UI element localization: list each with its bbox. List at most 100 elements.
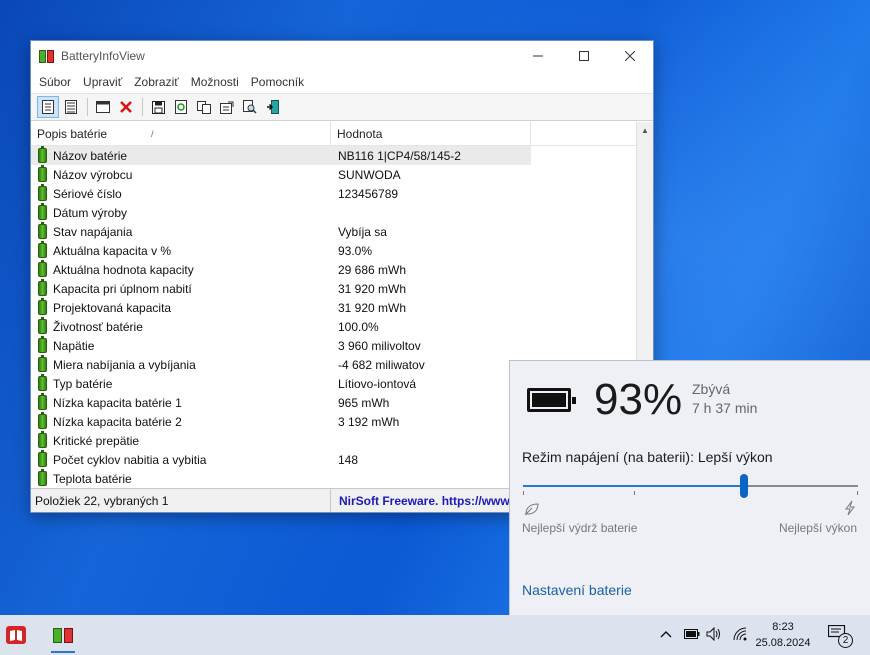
book-app-icon[interactable] [2,621,30,649]
row-description: Počet cyklov nabitia a vybitia [31,450,331,469]
minimize-button[interactable] [515,41,561,71]
save-icon[interactable] [147,96,169,118]
slider-tick [523,491,524,495]
row-description: Kritické prepätie [31,431,331,450]
row-description: Životnosť batérie [31,317,331,336]
clock-date: 25.08.2024 [755,637,811,649]
menu-options[interactable]: Možnosti [187,75,243,89]
row-description: Kapacita pri úplnom nabití [31,279,331,298]
battery-row-icon [38,298,47,315]
row-description: Miera nabíjania a vybíjania [31,355,331,374]
row-description: Projektovaná kapacita [31,298,331,317]
table-row[interactable]: Napätie 3 960 milivoltov [31,336,638,355]
power-mode-slider[interactable] [523,474,858,498]
clock[interactable]: 8:23 25.08.2024 [748,619,818,651]
row-description-text: Aktuálna hodnota kapacity [53,262,194,277]
network-icon[interactable] [733,627,747,644]
table-row[interactable]: Sériové číslo 123456789 [31,184,638,203]
row-description: Teplota batérie [31,469,331,488]
row-value: 123456789 [338,186,399,201]
status-count: Položiek 22, vybraných 1 [31,489,331,512]
window-title: BatteryInfoView [61,49,145,63]
toolbar-separator [87,98,88,116]
battery-info-view-icon[interactable] [37,96,59,118]
table-row[interactable]: Kapacita pri úplnom nabití 31 920 mWh [31,279,638,298]
menu-help[interactable]: Pomocník [247,75,308,89]
row-description-text: Kapacita pri úplnom nabití [53,281,192,296]
copy-icon[interactable] [193,96,215,118]
slider-thumb[interactable] [740,474,749,498]
row-value: SUNWODA [338,167,401,182]
battery-row-icon [38,279,47,296]
row-description-text: Napätie [53,338,95,353]
battery-log-view-icon[interactable] [60,96,82,118]
maximize-button[interactable] [561,41,607,71]
menu-edit[interactable]: Upraviť [79,75,126,89]
row-value: 93.0% [338,243,373,258]
batteryinfoview-taskbar-icon[interactable] [49,621,77,653]
title-bar[interactable]: BatteryInfoView [31,41,653,71]
close-button[interactable] [607,41,653,71]
table-row[interactable]: Projektovaná kapacita 31 920 mWh [31,298,638,317]
row-description: Aktuálna hodnota kapacity [31,260,331,279]
column-header-label: Popis batérie [37,126,108,141]
notification-center-button[interactable]: 2 [827,624,853,648]
row-description-text: Dátum výroby [53,205,128,220]
find-icon[interactable] [239,96,261,118]
notification-badge: 2 [838,633,853,648]
table-row[interactable]: Aktuálna kapacita v % 93.0% [31,241,638,260]
slider-tick [634,491,635,495]
menu-file[interactable]: Súbor [35,75,75,89]
battery-row-icon [38,241,47,258]
battery-settings-link[interactable]: Nastavení baterie [522,582,632,598]
table-row[interactable]: Aktuálna hodnota kapacity 29 686 mWh [31,260,638,279]
table-row[interactable]: Životnosť batérie 100.0% [31,317,638,336]
exit-icon[interactable] [262,96,284,118]
volume-icon[interactable] [706,626,722,644]
row-description-text: Nízka kapacita batérie 2 [53,414,182,429]
battery-tray-icon[interactable] [684,627,700,642]
row-value: NB116 1|CP4/58/145-2 [331,146,531,165]
menu-bar: Súbor Upraviť Zobraziť Možnosti Pomocník [31,71,653,93]
column-header-label: Hodnota [337,126,383,141]
lightning-icon [844,500,856,519]
taskbar: 8:23 25.08.2024 2 [0,615,870,655]
row-description: Stav napájania [31,222,331,241]
table-row[interactable]: Názov výrobcu SUNWODA [31,165,638,184]
remaining-label: Zbývá [692,381,731,397]
battery-tip [572,397,576,404]
row-value: Vybíja sa [338,224,387,239]
table-row[interactable]: Dátum výroby [31,203,638,222]
row-description-text: Typ batérie [53,376,113,391]
scroll-up-arrow-icon[interactable]: ▲ [637,122,653,139]
toolbar-separator [142,98,143,116]
battery-fill [532,393,566,407]
table-row[interactable]: Stav napájania Vybíja sa [31,222,638,241]
slider-tick [857,491,858,495]
column-header-description[interactable]: Popis batérie / [31,122,331,145]
battery-row-icon [38,203,47,220]
row-description: Aktuálna kapacita v % [31,241,331,260]
delete-icon[interactable] [115,96,137,118]
row-description: Sériové číslo [31,184,331,203]
row-description-text: Sériové číslo [53,186,122,201]
toolbar [31,93,653,121]
properties-icon[interactable] [216,96,238,118]
row-description-text: Názov výrobcu [53,167,133,182]
battery-row-icon [38,165,47,182]
table-row[interactable]: Názov batérie NB116 1|CP4/58/145-2 [31,146,638,165]
battery-row-icon [38,374,47,391]
battery-row-icon [38,336,47,353]
row-value [331,203,531,222]
row-value: 965 mWh [338,395,390,410]
refresh-icon[interactable] [170,96,192,118]
row-description: Dátum výroby [31,203,331,222]
column-header-value[interactable]: Hodnota [331,122,531,145]
menu-view[interactable]: Zobraziť [130,75,183,89]
row-description: Napätie [31,336,331,355]
row-value: 3 960 milivoltov [338,338,421,353]
row-value: 31 920 mWh [338,281,407,296]
row-description-text: Stav napájania [53,224,133,239]
chevron-up-icon[interactable] [660,627,672,642]
window-icon[interactable] [92,96,114,118]
